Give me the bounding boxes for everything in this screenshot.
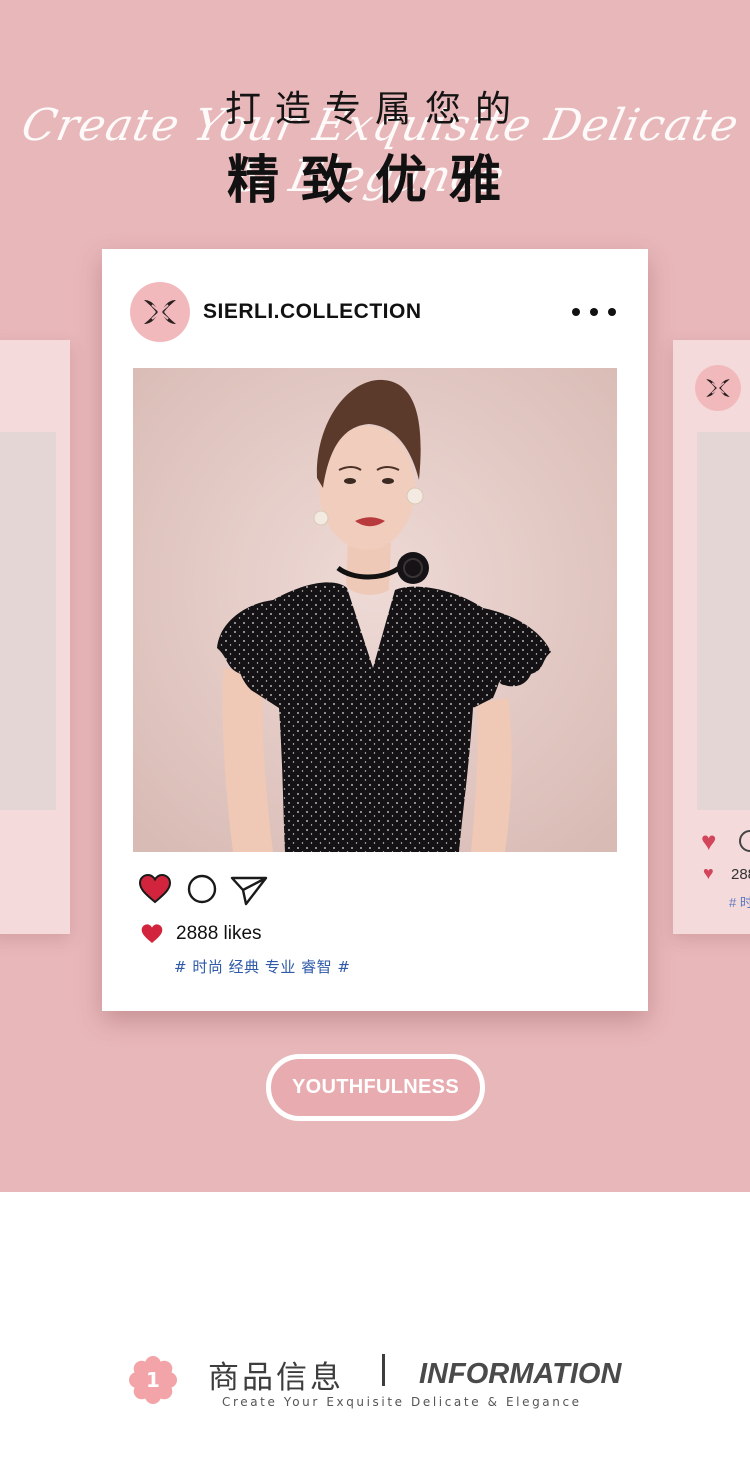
small-heart-icon [141,924,163,943]
post-card: SIERLI.COLLECTION 2888 likes # 时尚 经典 专业 … [102,249,648,1011]
username[interactable]: SIERLI.COLLECTION [203,300,422,324]
post-photo [133,368,617,852]
info-title-en: INFORMATION [419,1358,622,1390]
flower-number-badge-icon: 1 [129,1356,177,1404]
hashtags[interactable]: # 时尚 经典 专业 睿智 # [174,956,350,977]
ghost-photo [697,432,750,810]
share-icon[interactable] [230,874,268,906]
ghost-photo [0,432,56,810]
small-heart-icon: ♥ [703,863,714,883]
sierli-logo-icon [706,379,730,397]
ghost-avatar [695,365,741,411]
info-subtitle: Create Your Exquisite Delicate & Eleganc… [222,1395,582,1409]
title-line-2: 精致优雅 [226,151,523,211]
info-section: 1 商品信息 INFORMATION Create Your Exquisite… [0,1192,750,1461]
title-line-1: 打造专属您的 [224,89,525,130]
post-actions [138,873,278,913]
comment-icon [739,830,750,852]
heart-icon[interactable] [138,873,172,905]
likes-count[interactable]: 2888 likes [176,923,262,945]
more-options-icon[interactable] [572,297,616,327]
badge-number: 1 [146,1368,160,1392]
heart-icon: ♥ [701,826,717,856]
ghost-likes: 288 [731,866,750,883]
avatar[interactable] [130,282,190,342]
model-photo-illustration [133,368,617,852]
sierli-logo-icon [144,300,176,324]
title-divider [382,1354,385,1386]
comment-icon[interactable] [187,874,217,904]
hero-section: Create Your Exquisite Delicate & Eleganc… [0,0,750,1192]
youthfulness-button[interactable]: YOUTHFULNESS [266,1054,485,1121]
carousel-card-prev[interactable] [0,340,70,934]
ghost-tags: # 时 [729,895,750,910]
info-title-cn: 商品信息 [208,1360,344,1396]
likes-row: 2888 likes [140,921,262,947]
carousel-card-next[interactable]: ♥ ♥ 288 # 时 [673,340,750,934]
